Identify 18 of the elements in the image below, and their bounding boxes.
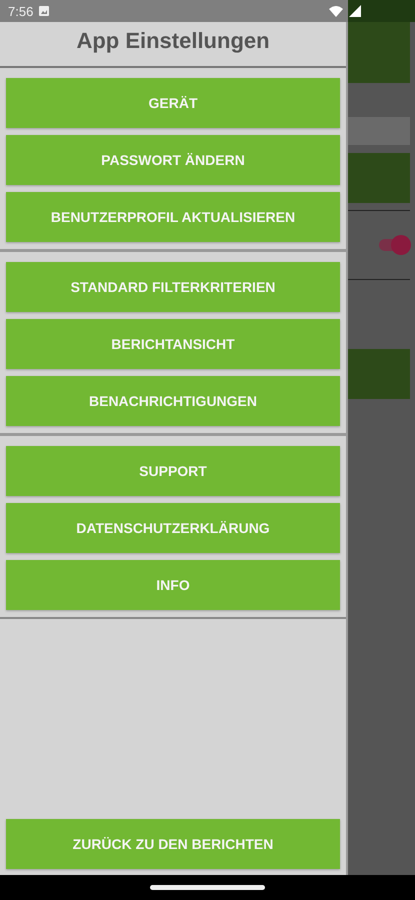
image-notification-icon [39, 6, 50, 16]
menu-button[interactable]: BERICHTANSICHT [6, 319, 340, 369]
input-field [348, 117, 410, 145]
back-button[interactable]: ZURÜCK ZU DEN BERICHTEN [6, 819, 340, 869]
home-indicator[interactable] [150, 885, 265, 890]
status-time: 7:56 [8, 4, 34, 18]
menu-button[interactable]: INFO [6, 560, 340, 610]
menu-button[interactable]: BENUTZERPROFIL AKTUALISIEREN [6, 192, 340, 242]
menu-button[interactable]: PASSWORT ÄNDERN [6, 135, 340, 185]
drawer-title: App Einstellungen [0, 22, 346, 68]
menu-button[interactable]: STANDARD FILTERKRITERIEN [6, 262, 340, 312]
menu-button[interactable]: DATENSCHUTZERKLÄRUNG [6, 503, 340, 553]
wifi-icon [329, 6, 343, 16]
menu-button[interactable]: GERÄT [6, 78, 340, 128]
signal-icon [349, 5, 361, 17]
menu-button[interactable]: BENACHRICHTIGUNGEN [6, 376, 340, 426]
menu-button[interactable]: SUPPORT [6, 446, 340, 496]
app-header-bar [348, 22, 410, 83]
